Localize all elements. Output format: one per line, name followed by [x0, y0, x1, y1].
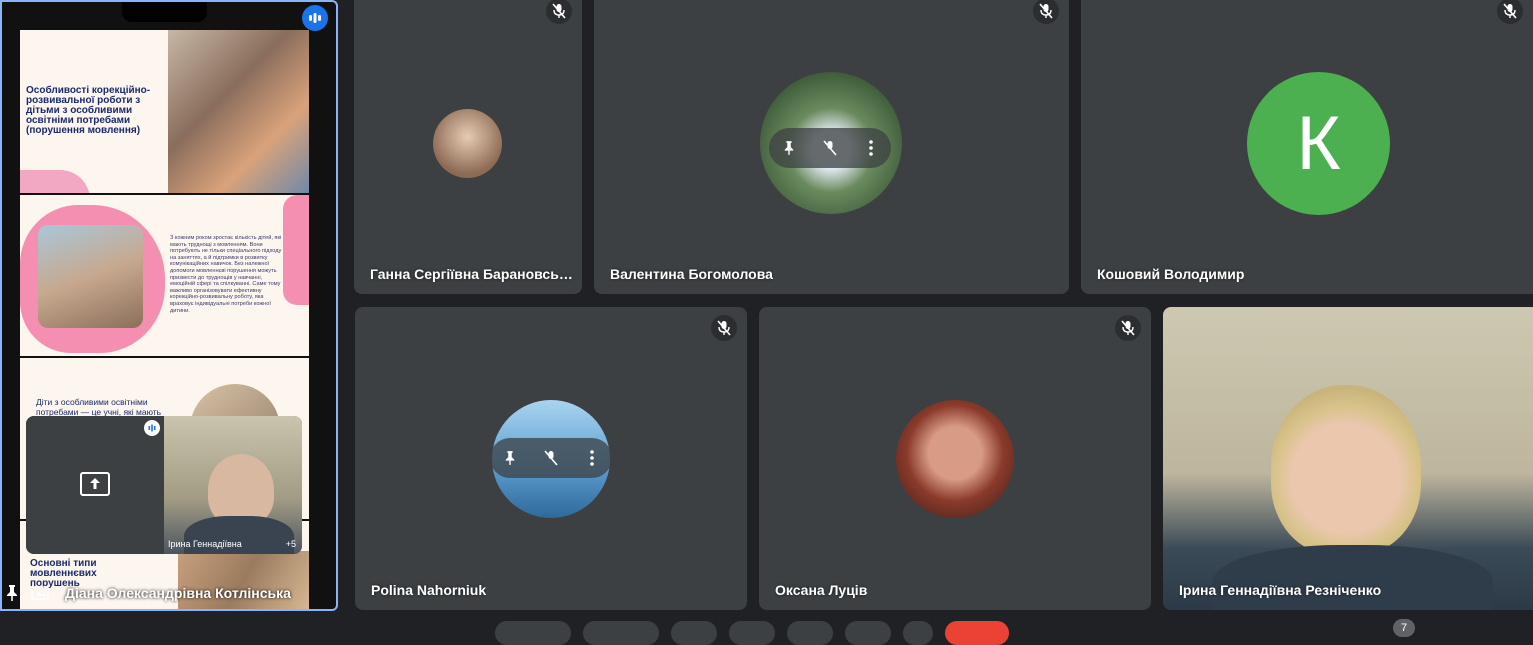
participant-tile[interactable]: К Кошовий Володимир [1081, 0, 1533, 294]
participant-name: Оксана Луців [775, 582, 868, 598]
avatar [896, 400, 1014, 518]
mic-button[interactable] [495, 621, 571, 645]
mute-indicator [1115, 315, 1141, 341]
presenter-label: Діана Олександрівна Котлінська [2, 582, 291, 604]
mute-indicator [1497, 0, 1523, 24]
participant-name: Кошовий Володимир [1097, 266, 1245, 282]
mute-button[interactable] [537, 444, 565, 472]
more-options-button[interactable] [857, 134, 885, 162]
pin-icon [506, 451, 515, 465]
self-view-video [164, 416, 302, 554]
camera-button[interactable] [583, 621, 659, 645]
avatar-initial: К [1296, 101, 1341, 186]
mute-button[interactable] [816, 134, 844, 162]
camera-notch [122, 2, 207, 22]
slide-photo [168, 30, 309, 193]
bottom-toolbar [495, 621, 1009, 645]
pin-button[interactable] [496, 444, 524, 472]
captions-button[interactable] [671, 621, 717, 645]
participant-name: Ірина Геннадіївна Резніченко [1179, 582, 1382, 598]
participant-name: Polina Nahorniuk [371, 582, 487, 598]
pin-icon [785, 141, 794, 155]
hover-controls [769, 128, 891, 168]
more-participants-count[interactable]: +5 [286, 539, 296, 549]
video-person-head [1271, 385, 1421, 555]
pin-button[interactable] [775, 134, 803, 162]
slide-2: З кожним роком зростає кількість дітей, … [20, 195, 309, 356]
slide-photo [38, 225, 143, 328]
more-options-button[interactable] [903, 621, 933, 645]
mic-off-icon [544, 450, 558, 466]
participant-tile[interactable]: Polina Nahorniuk [355, 307, 747, 610]
avatar: К [1247, 72, 1390, 215]
present-button[interactable] [787, 621, 833, 645]
mic-off-icon [1039, 3, 1053, 19]
participant-tile[interactable]: Оксана Луців [759, 307, 1151, 610]
raise-hand-button[interactable] [845, 621, 891, 645]
participant-name: Валентина Богомолова [610, 266, 773, 282]
people-count: 7 [1400, 622, 1408, 634]
more-vert-icon [589, 450, 594, 466]
presenter-name: Діана Олександрівна Котлінська [65, 585, 291, 601]
speaking-badge [144, 420, 160, 436]
mic-off-icon [823, 140, 837, 156]
more-options-button[interactable] [578, 444, 606, 472]
leave-call-button[interactable] [945, 621, 1009, 645]
mic-off-icon [552, 3, 566, 19]
mic-off-icon [1121, 320, 1135, 336]
reactions-button[interactable] [729, 621, 775, 645]
present-icon [80, 472, 110, 496]
participant-tile[interactable]: Ірина Геннадіївна Резніченко [1163, 307, 1533, 610]
slide-decor [283, 195, 309, 305]
speaking-icon [148, 424, 156, 432]
self-view-name: Ірина Геннадіївна [168, 539, 242, 549]
avatar [433, 109, 502, 178]
slide-1-title: Особливості корекційно-розвивальної робо… [26, 85, 151, 136]
pin-icon[interactable] [5, 584, 19, 602]
present-placeholder [26, 416, 164, 554]
slide-decor [20, 170, 90, 193]
mic-off-icon [717, 320, 731, 336]
speaking-icon [309, 13, 321, 23]
participant-tile[interactable]: Валентина Богомолова [594, 0, 1069, 294]
participant-name: Ганна Сергіївна Барановсь… [370, 266, 573, 282]
presentation-tile[interactable]: Особливості корекційно-розвивальної робо… [0, 0, 338, 611]
mic-off-icon [1503, 3, 1517, 19]
present-icon [31, 586, 49, 600]
speaking-indicator [302, 5, 328, 31]
slide-1: Особливості корекційно-розвивальної робо… [20, 30, 309, 193]
hover-controls [490, 438, 612, 478]
participant-tile[interactable]: Ганна Сергіївна Барановсь… [354, 0, 582, 294]
self-view-panel[interactable]: Ірина Геннадіївна +5 [26, 416, 302, 554]
people-count-badge[interactable]: 7 [1393, 619, 1415, 637]
mute-indicator [546, 0, 572, 24]
mute-indicator [711, 315, 737, 341]
mute-indicator [1033, 0, 1059, 24]
slide-2-text: З кожним роком зростає кількість дітей, … [170, 235, 282, 314]
more-vert-icon [868, 140, 873, 156]
video-person-body [1213, 545, 1493, 610]
